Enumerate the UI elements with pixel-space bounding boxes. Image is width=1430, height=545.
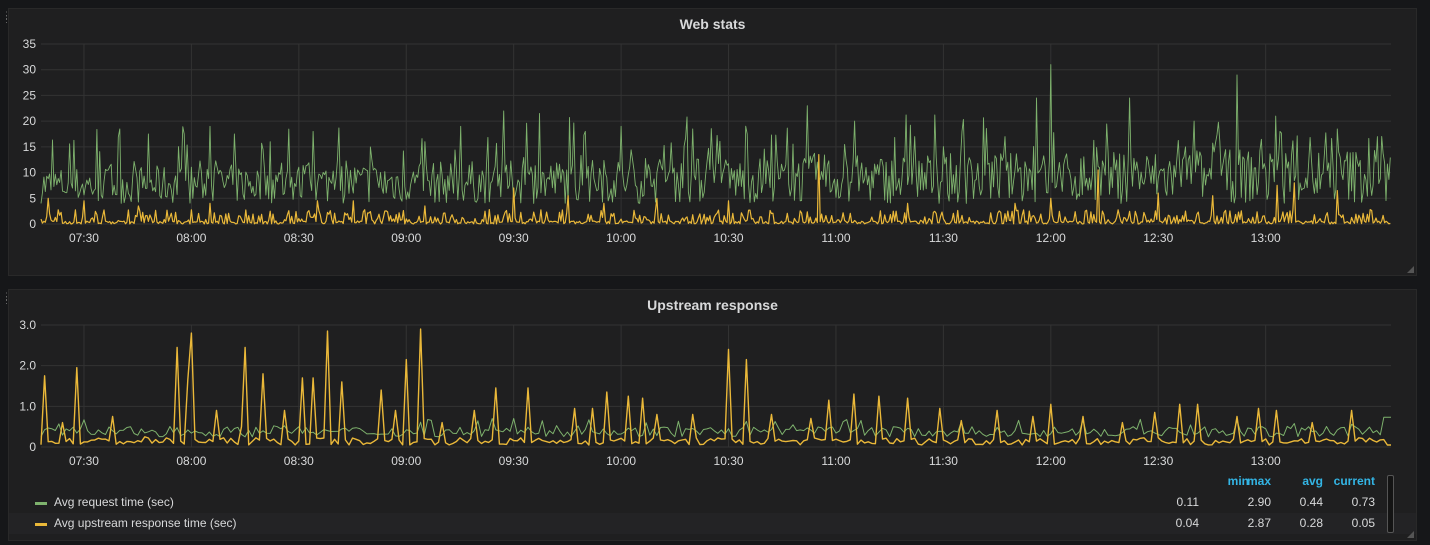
y-tick-label: 0 xyxy=(29,440,36,454)
x-tick-label: 12:30 xyxy=(1143,231,1173,245)
web-stats-chart[interactable]: 0 5 10 15 20 25 30 35 07:30 08:00 08:30 09:00 09:30 1… xyxy=(9,9,1418,277)
legend-series-name[interactable]: Avg request time (sec) xyxy=(54,492,174,513)
web-stats-panel[interactable]: ⋮ ⋮ Web stats 0 5 10 15 20 25 30 35 07:30 08:00 08:… xyxy=(2,8,1418,277)
legend-current-value: 0.73 xyxy=(1351,495,1375,509)
series-color-swatch-icon[interactable] xyxy=(35,523,47,526)
y-tick-label: 30 xyxy=(23,63,37,77)
legend-header-max[interactable]: max xyxy=(1221,474,1271,490)
x-tick-label: 09:00 xyxy=(391,231,421,245)
x-tick-label: 09:00 xyxy=(391,454,421,468)
x-tick-label: 10:00 xyxy=(606,454,636,468)
panel-drag-handle-icon[interactable]: ⋮ ⋮ xyxy=(2,11,11,27)
legend-avg-value: 0.28 xyxy=(1299,516,1323,530)
legend-row[interactable]: Avg upstream response time (sec) 0.04 2.… xyxy=(9,513,1416,534)
y-tick-label: 0 xyxy=(29,217,36,231)
panel-drag-handle-icon[interactable]: ⋮ ⋮ xyxy=(2,292,11,308)
x-tick-label: 13:00 xyxy=(1251,454,1281,468)
y-tick-label: 35 xyxy=(23,37,37,51)
series-line-green xyxy=(40,416,1391,438)
x-tick-label: 10:30 xyxy=(714,231,744,245)
x-tick-label: 07:30 xyxy=(69,454,99,468)
x-tick-label: 10:30 xyxy=(714,454,744,468)
upstream-response-panel[interactable]: ⋮ ⋮ Upstream response 0 1.0 2.0 3.0 07:30 08:0… xyxy=(2,289,1418,541)
y-tick-label: 1.0 xyxy=(19,399,36,413)
x-tick-label: 11:00 xyxy=(821,454,850,468)
x-tick-label: 07:30 xyxy=(69,231,99,245)
legend-max-value: 2.90 xyxy=(1247,495,1271,509)
legend-header-avg[interactable]: avg xyxy=(1273,474,1323,490)
y-tick-label: 3.0 xyxy=(19,318,36,332)
y-tick-label: 5 xyxy=(29,191,36,205)
y-tick-label: 20 xyxy=(23,114,37,128)
legend-series-name[interactable]: Avg upstream response time (sec) xyxy=(54,513,237,534)
legend-current-value: 0.05 xyxy=(1351,516,1375,530)
y-tick-label: 2.0 xyxy=(19,359,36,373)
x-tick-label: 12:30 xyxy=(1143,454,1173,468)
x-tick-label: 11:00 xyxy=(821,231,850,245)
panel-resize-icon[interactable] xyxy=(1406,265,1414,273)
legend-avg-value: 0.44 xyxy=(1299,495,1323,509)
panel-resize-icon[interactable] xyxy=(1406,530,1414,538)
x-tick-label: 08:00 xyxy=(176,454,206,468)
x-tick-label: 08:30 xyxy=(284,454,314,468)
x-tick-label: 13:00 xyxy=(1251,231,1281,245)
legend-max-value: 2.87 xyxy=(1247,516,1271,530)
y-tick-label: 25 xyxy=(23,88,37,102)
legend-min-value: 0.04 xyxy=(1175,516,1199,530)
series-color-swatch-icon[interactable] xyxy=(35,502,47,505)
series-line-green xyxy=(40,64,1391,204)
upstream-response-chart[interactable]: 0 1.0 2.0 3.0 07:30 08:00 08:30 09:00 09:30 10:00… xyxy=(9,290,1418,470)
y-tick-label: 10 xyxy=(23,166,37,180)
legend-scrollbar[interactable] xyxy=(1387,475,1394,533)
x-tick-label: 11:30 xyxy=(929,454,958,468)
x-tick-label: 08:30 xyxy=(284,231,314,245)
y-tick-label: 15 xyxy=(23,140,37,154)
legend-header-current[interactable]: current xyxy=(1325,474,1375,490)
x-tick-label: 09:30 xyxy=(499,231,529,245)
x-tick-label: 09:30 xyxy=(499,454,529,468)
legend-min-value: 0.11 xyxy=(1176,495,1199,509)
x-tick-label: 12:00 xyxy=(1036,454,1066,468)
x-tick-label: 10:00 xyxy=(606,231,636,245)
series-line-yellow xyxy=(40,328,1391,446)
x-tick-label: 08:00 xyxy=(176,231,206,245)
legend-row[interactable]: Avg request time (sec) 0.11 2.90 0.44 0.… xyxy=(9,492,1416,513)
x-tick-label: 12:00 xyxy=(1036,231,1066,245)
x-tick-label: 11:30 xyxy=(929,231,958,245)
